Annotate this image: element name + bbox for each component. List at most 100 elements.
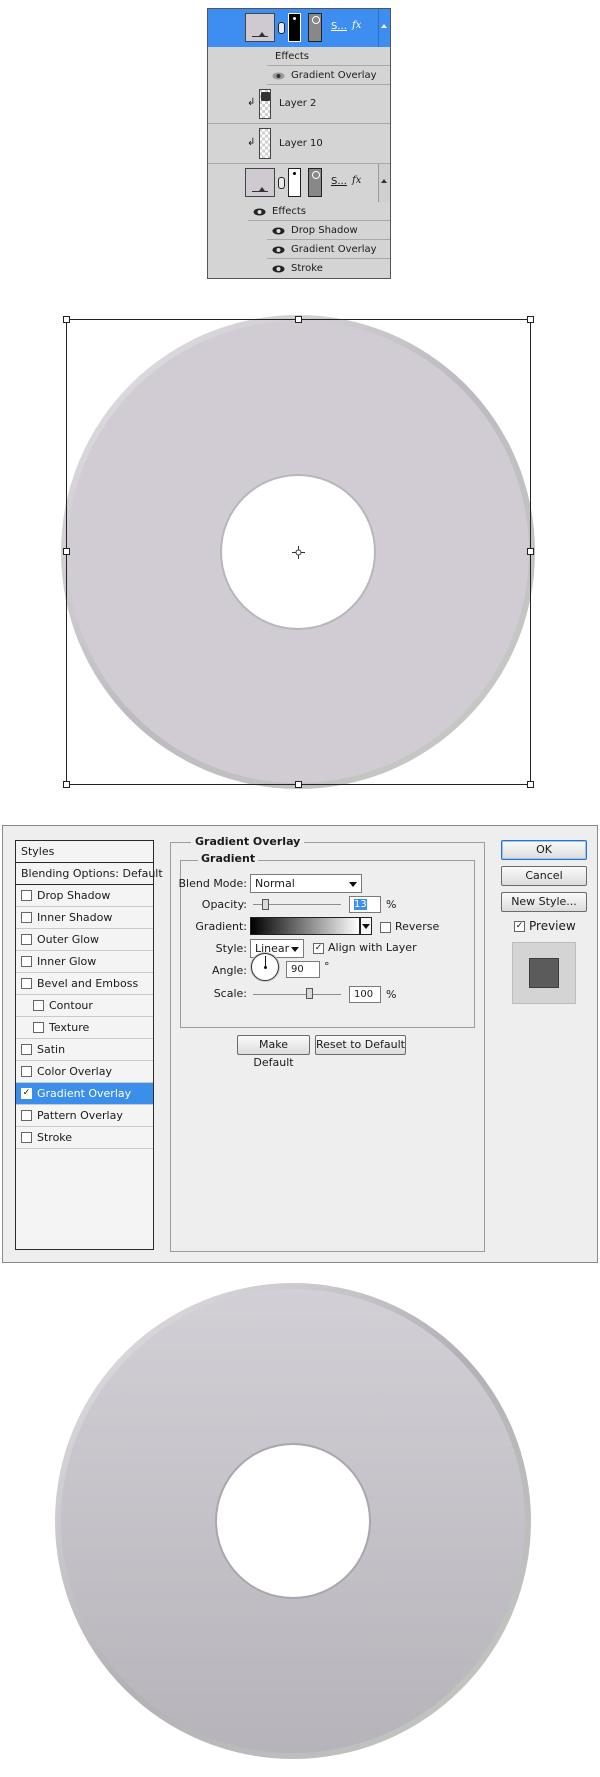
gradient-dropdown-button[interactable] [360, 917, 372, 935]
effect-name: Drop Shadow [291, 225, 358, 236]
effects-header-top[interactable]: Effects [267, 47, 390, 66]
layer-name[interactable]: Layer 10 [279, 138, 323, 149]
style-item-gradient-overlay[interactable]: ✓ Gradient Overlay [16, 1083, 153, 1105]
style-checkbox[interactable] [21, 1109, 32, 1121]
eye-icon[interactable] [272, 227, 285, 235]
gradient-overlay-panel: Gradient Overlay Gradient Blend Mode: No… [170, 835, 485, 1252]
effect-drop-shadow[interactable]: Drop Shadow [267, 221, 390, 240]
effect-stroke[interactable]: Stroke [267, 259, 390, 278]
style-item-label: Inner Shadow [37, 911, 113, 924]
preview-checkbox[interactable]: ✓ [514, 921, 525, 932]
layer-row-layer-2[interactable]: ↲ Layer 2 [208, 85, 390, 124]
style-checkbox[interactable] [21, 933, 32, 945]
transform-handle-mr[interactable] [527, 548, 534, 555]
style-item-pattern-overlay[interactable]: Pattern Overlay [16, 1105, 153, 1127]
style-checkbox[interactable]: ✓ [21, 1087, 32, 1099]
chevron-down-icon [349, 882, 357, 887]
layer-name[interactable]: Layer 2 [279, 98, 316, 109]
angle-dial[interactable] [251, 953, 279, 981]
transform-handle-ml[interactable] [63, 548, 70, 555]
style-item-drop-shadow[interactable]: Drop Shadow [16, 885, 153, 907]
layer-row-shape-top[interactable]: S... fx [208, 9, 390, 47]
eye-icon[interactable] [272, 265, 285, 273]
scroll-up-icon[interactable] [378, 9, 390, 47]
preview-label: Preview [529, 919, 576, 933]
layer-row-shape-bottom[interactable]: S... fx [208, 164, 390, 202]
style-checkbox[interactable] [33, 1021, 44, 1033]
style-item-label: Outer Glow [37, 933, 100, 946]
layer-row-layer-10[interactable]: ↲ Layer 10 [208, 124, 390, 164]
scale-slider-track[interactable] [253, 994, 341, 995]
scroll-up-icon[interactable] [378, 164, 390, 202]
scale-value: 100 [354, 989, 374, 1000]
opacity-slider-thumb[interactable] [262, 899, 269, 910]
angle-label: Angle: [211, 964, 247, 977]
transform-handle-br[interactable] [527, 781, 534, 788]
style-item-contour[interactable]: Contour [16, 995, 153, 1017]
reset-to-default-button[interactable]: Reset to Default [315, 1035, 406, 1055]
chain-link-icon[interactable] [278, 177, 285, 189]
style-item-bevel-and-emboss[interactable]: Bevel and Emboss [16, 973, 153, 995]
style-item-inner-glow[interactable]: Inner Glow [16, 951, 153, 973]
style-item-inner-shadow[interactable]: Inner Shadow [16, 907, 153, 929]
angle-unit: ° [324, 960, 330, 973]
style-checkbox[interactable] [21, 1065, 32, 1077]
style-checkbox[interactable] [21, 911, 32, 923]
layer-thumbnail [245, 168, 275, 197]
scale-label: Scale: [213, 987, 247, 1000]
mask-thumbnail [308, 168, 322, 197]
style-item-label: Color Overlay [37, 1065, 112, 1078]
ok-button[interactable]: OK [501, 840, 587, 860]
blending-options[interactable]: Blending Options: Default [16, 863, 163, 885]
canvas-ring-result [50, 1277, 540, 1765]
style-checkbox[interactable] [33, 999, 44, 1011]
layer-name[interactable]: S... [331, 21, 347, 32]
opacity-input[interactable]: 13 [349, 896, 381, 913]
style-item-color-overlay[interactable]: Color Overlay [16, 1061, 153, 1083]
scale-slider-thumb[interactable] [306, 988, 313, 999]
effect-gradient-overlay[interactable]: Gradient Overlay [267, 240, 390, 259]
styles-header[interactable]: Styles [16, 841, 153, 863]
style-checkbox[interactable] [21, 955, 32, 967]
chain-link-icon[interactable] [278, 22, 285, 34]
style-checkbox[interactable] [21, 889, 32, 901]
style-item-stroke[interactable]: Stroke [16, 1127, 153, 1149]
style-checkbox[interactable] [21, 977, 32, 989]
layer-thumbnail [259, 89, 271, 119]
transform-handle-tl[interactable] [63, 316, 70, 323]
style-item-satin[interactable]: Satin [16, 1039, 153, 1061]
layer-name[interactable]: S... [331, 176, 347, 187]
eye-icon[interactable] [272, 246, 285, 254]
style-item-label: Inner Glow [37, 955, 97, 968]
style-item-outer-glow[interactable]: Outer Glow [16, 929, 153, 951]
layers-panel: S... fx Effects Gradient Overlay ↲ Layer… [207, 8, 391, 279]
transform-handle-tc[interactable] [295, 316, 302, 323]
canvas-ring-transform[interactable] [60, 308, 540, 796]
chevron-down-icon [291, 947, 299, 952]
effects-label: Effects [275, 51, 309, 62]
reference-point-icon[interactable] [292, 546, 305, 559]
effects-header-bottom[interactable]: Effects [248, 202, 390, 221]
blend-mode-select[interactable]: Normal [250, 874, 362, 893]
transform-handle-tr[interactable] [527, 316, 534, 323]
style-item-texture[interactable]: Texture [16, 1017, 153, 1039]
mask-thumbnail [308, 13, 322, 42]
eye-icon[interactable] [253, 208, 266, 216]
style-checkbox[interactable] [21, 1131, 32, 1143]
gradient-picker[interactable] [250, 917, 360, 935]
fx-icon: fx [352, 20, 362, 31]
transform-handle-bl[interactable] [63, 781, 70, 788]
transform-handle-bc[interactable] [295, 781, 302, 788]
align-with-layer-checkbox[interactable]: ✓ [313, 943, 324, 954]
reverse-checkbox[interactable] [380, 922, 391, 933]
make-default-button[interactable]: Make Default [237, 1035, 310, 1069]
cancel-button[interactable]: Cancel [501, 866, 587, 886]
effect-name: Gradient Overlay [291, 70, 377, 81]
angle-input[interactable]: 90 [286, 961, 320, 978]
style-checkbox[interactable] [21, 1043, 32, 1055]
effect-gradient-overlay-top[interactable]: Gradient Overlay [267, 66, 390, 85]
new-style-button[interactable]: New Style... [501, 892, 587, 912]
styles-list: Styles Blending Options: Default Drop Sh… [15, 840, 163, 1250]
scale-input[interactable]: 100 [349, 986, 381, 1003]
eye-icon[interactable] [272, 72, 285, 80]
